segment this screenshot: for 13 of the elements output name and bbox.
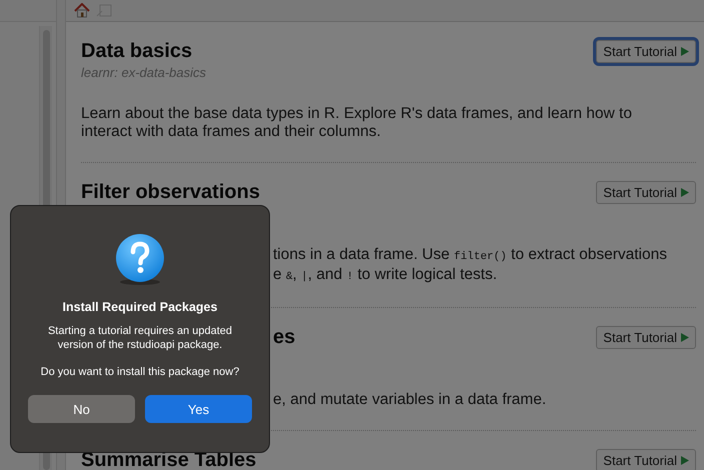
tutorial-description: interact with data frames and their columns.: [81, 123, 382, 141]
tutorial-title: Summarise Tables: [81, 448, 256, 470]
tutorial-title: Filter observations: [81, 180, 260, 204]
tutorial-description: tions in a data frame. Use filter() to extract observations: [273, 246, 668, 265]
tutorial-description: Learn about the base data types in R. Explore R's data frames, and learn how to: [81, 105, 633, 123]
tutorial-package: learnr: ex-data-basics: [81, 65, 207, 82]
dialog-message: Starting a tutorial requires an updated version of the rstudioapi package.: [48, 324, 232, 352]
tutorial-description: e, and mutate variables in a data frame.: [273, 391, 548, 409]
tutorial-title: es: [273, 326, 296, 348]
dialog-question: Do you want to install this package now?: [40, 366, 240, 378]
dialog-title: Install Required Packages: [62, 300, 218, 314]
tutorial-title: Data basics: [81, 40, 192, 62]
tutorial-description: e &, |, and ! to write logical tests.: [273, 266, 498, 285]
